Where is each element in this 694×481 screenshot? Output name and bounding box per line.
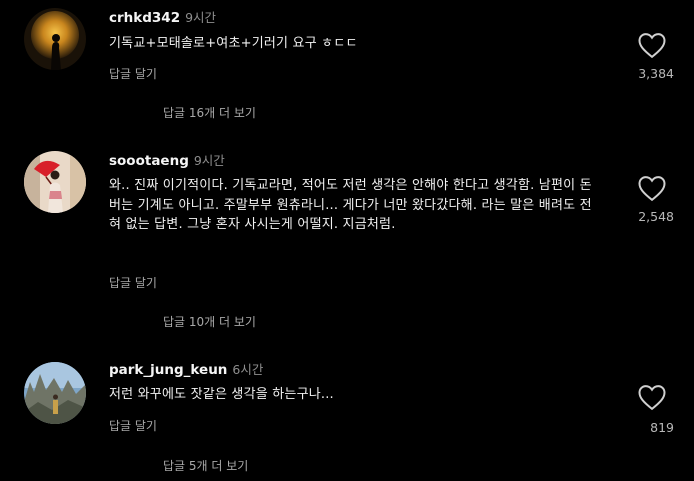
comment-username[interactable]: crhkd342 9시간 [109,7,216,26]
rocky-landscape-avatar [24,362,86,424]
comment-time: 9시간 [185,10,217,25]
heart-icon[interactable] [637,31,667,59]
heart-icon[interactable] [637,383,667,411]
reply-button[interactable]: 답글 달기 [109,274,157,291]
like-count: 3,384 [638,66,674,81]
avatar[interactable] [24,151,86,213]
comment-text: 와.. 진짜 이기적이다. 기독교라면, 적어도 저런 생각은 안해야 한다고 … [109,178,592,232]
reply-button[interactable]: 답글 달기 [109,417,157,434]
comment-text: 저런 와꾸에도 잣같은 생각을 하는구나... [109,387,334,402]
comment-username[interactable]: soootaeng 9시간 [109,150,225,169]
comment-text: 기독교+모태솔로+여초+기러기 요구 ㅎㄷㄷ [109,36,358,51]
reply-button[interactable]: 답글 달기 [109,65,157,82]
comment-username[interactable]: park_jung_keun 6시간 [109,359,263,378]
heart-icon[interactable] [637,174,667,202]
like-count: 819 [650,420,674,435]
view-replies-link[interactable]: 답글 5개 더 보기 [163,457,248,474]
comment-time: 9시간 [193,153,225,168]
view-replies-link[interactable]: 답글 10개 더 보기 [163,313,256,330]
like-count: 2,548 [638,209,674,224]
view-replies-link[interactable]: 답글 16개 더 보기 [163,104,256,121]
comment-time: 6시간 [232,362,264,377]
avatar[interactable] [24,362,86,424]
red-umbrella-avatar [24,151,86,213]
moon-silhouette-avatar [24,8,86,70]
avatar[interactable] [24,8,86,70]
